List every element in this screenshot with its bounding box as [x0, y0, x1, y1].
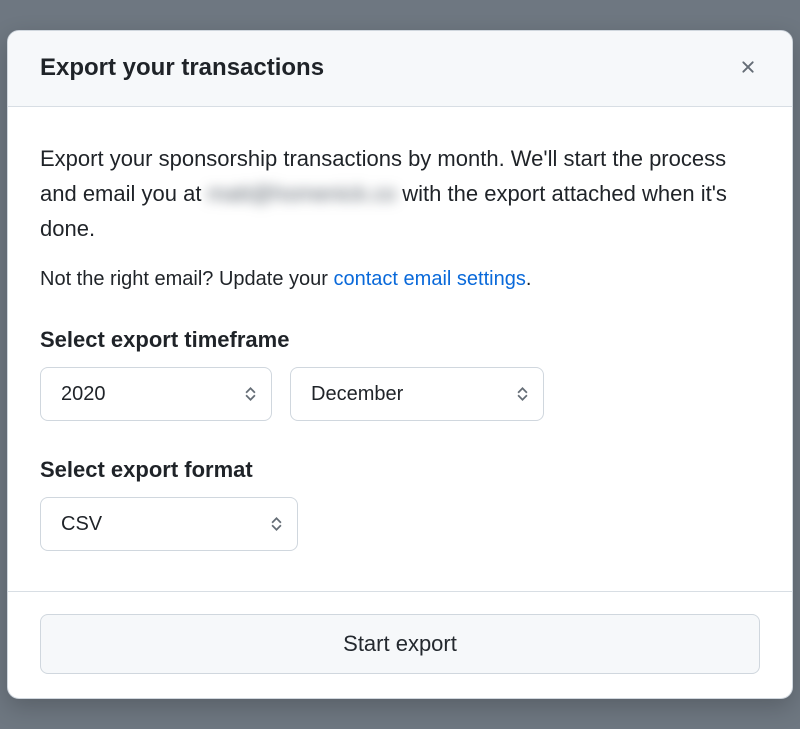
email-note: Not the right email? Update your contact…	[40, 268, 760, 291]
year-select[interactable]: 2020	[40, 367, 272, 421]
format-selects: CSV	[40, 497, 760, 551]
month-select[interactable]: December	[290, 367, 544, 421]
contact-email-settings-link[interactable]: contact email settings	[334, 268, 526, 290]
year-select-wrapper: 2020	[40, 367, 272, 421]
timeframe-label: Select export timeframe	[40, 327, 760, 353]
modal-footer: Start export	[8, 591, 792, 698]
modal-header: Export your transactions	[8, 31, 792, 107]
export-description: Export your sponsorship transactions by …	[40, 141, 760, 247]
format-label: Select export format	[40, 457, 760, 483]
export-transactions-modal: Export your transactions Export your spo…	[7, 30, 793, 700]
email-note-suffix: .	[526, 268, 532, 290]
modal-body: Export your sponsorship transactions by …	[8, 107, 792, 592]
close-icon	[738, 57, 758, 80]
close-button[interactable]	[732, 51, 764, 86]
timeframe-selects: 2020 December	[40, 367, 760, 421]
email-note-prefix: Not the right email? Update your	[40, 268, 334, 290]
format-select-wrapper: CSV	[40, 497, 298, 551]
month-select-wrapper: December	[290, 367, 544, 421]
masked-email: matt@homenick.co	[208, 181, 397, 206]
modal-title: Export your transactions	[40, 54, 324, 82]
format-select[interactable]: CSV	[40, 497, 298, 551]
start-export-button[interactable]: Start export	[40, 614, 760, 674]
